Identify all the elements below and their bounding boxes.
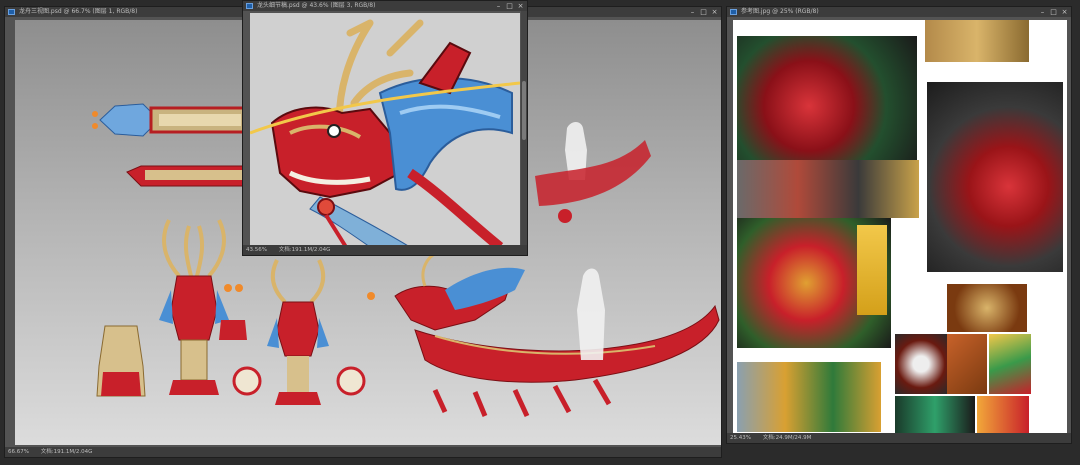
right-zoom-level[interactable]: 25.43% xyxy=(730,435,751,441)
photoshop-doc-icon xyxy=(246,3,253,9)
middle-window-controls: – □ × xyxy=(495,1,524,11)
right-window-title: 参考图.jpg @ 25% (RGB/8) xyxy=(741,8,819,15)
reference-photo-gold-heads xyxy=(737,362,881,432)
reference-photo-dragon-head-green xyxy=(737,36,917,176)
photoshop-doc-icon xyxy=(8,9,15,15)
boat-stern-view xyxy=(96,325,146,397)
reference-photo-wood-detail xyxy=(947,334,987,394)
dragon-boat-perspective xyxy=(367,250,720,418)
reference-photo-dragon-carving xyxy=(947,284,1027,332)
left-doc-info: 文档:191.1M/2.04G xyxy=(40,449,93,455)
minimize-icon[interactable]: – xyxy=(495,1,502,11)
middle-document-window[interactable]: 龙头细节稿.psd @ 43.6% (图层 3, RGB/8) – □ × 43… xyxy=(242,0,528,256)
reference-photo-yellow-flag xyxy=(857,225,887,315)
middle-canvas[interactable] xyxy=(250,13,520,247)
boat-side-view xyxy=(126,165,256,187)
right-window-statusbar: 25.43% 文档:24.9M/24.9M xyxy=(727,433,1071,443)
reference-photo-festival-street xyxy=(737,160,919,218)
dragon-head-closeup xyxy=(250,19,520,247)
close-icon[interactable]: × xyxy=(517,1,524,11)
middle-window-titlebar[interactable]: 龙头细节稿.psd @ 43.6% (图层 3, RGB/8) xyxy=(243,1,527,11)
close-icon[interactable]: × xyxy=(711,7,718,17)
minimize-icon[interactable]: – xyxy=(1039,7,1046,17)
left-window-statusbar: 66.67% 文档:191.1M/2.04G xyxy=(5,447,721,457)
left-zoom-level[interactable]: 66.67% xyxy=(8,449,29,455)
middle-doc-info: 文档:191.1M/2.04G xyxy=(278,247,331,253)
reference-photo-red-tassel xyxy=(895,396,975,433)
dragon-head-back-view xyxy=(267,259,329,405)
reference-photo-orange-detail xyxy=(977,396,1029,433)
human-scale-figure xyxy=(565,122,605,360)
middle-zoom-level[interactable]: 43.56% xyxy=(246,247,267,253)
boat-top-view xyxy=(92,103,253,137)
dragon-head-sketch-partial xyxy=(535,140,651,223)
right-window-controls: – □ × xyxy=(1039,7,1068,17)
left-window-title: 龙舟三视图.psd @ 66.7% (图层 1, RGB/8) xyxy=(19,8,138,15)
dragon-head-front-view xyxy=(159,219,229,395)
reference-photo-red-dragon-closeup xyxy=(927,82,1063,272)
maximize-icon[interactable]: □ xyxy=(1050,7,1057,17)
reference-photo-colorful-dragon xyxy=(989,334,1031,394)
right-window-titlebar[interactable]: 参考图.jpg @ 25% (RGB/8) xyxy=(727,7,1071,17)
middle-window-statusbar: 43.56% 文档:191.1M/2.04G xyxy=(243,245,527,255)
left-window-controls: – □ × xyxy=(689,7,718,17)
reference-photo-gold-dragon xyxy=(925,20,1029,62)
minimize-icon[interactable]: – xyxy=(689,7,696,17)
maximize-icon[interactable]: □ xyxy=(700,7,707,17)
reference-photo-drum xyxy=(895,334,947,394)
right-doc-info: 文档:24.9M/24.9M xyxy=(762,435,812,441)
middle-window-title: 龙头细节稿.psd @ 43.6% (图层 3, RGB/8) xyxy=(257,2,376,9)
maximize-icon[interactable]: □ xyxy=(506,1,513,11)
middle-vertical-scrollbar[interactable] xyxy=(521,11,527,245)
right-reference-window[interactable]: 参考图.jpg @ 25% (RGB/8) – □ × 25.43% 文档:24… xyxy=(726,6,1072,444)
photoshop-doc-icon xyxy=(730,9,737,15)
reference-collage[interactable] xyxy=(733,20,1067,433)
close-icon[interactable]: × xyxy=(1061,7,1068,17)
